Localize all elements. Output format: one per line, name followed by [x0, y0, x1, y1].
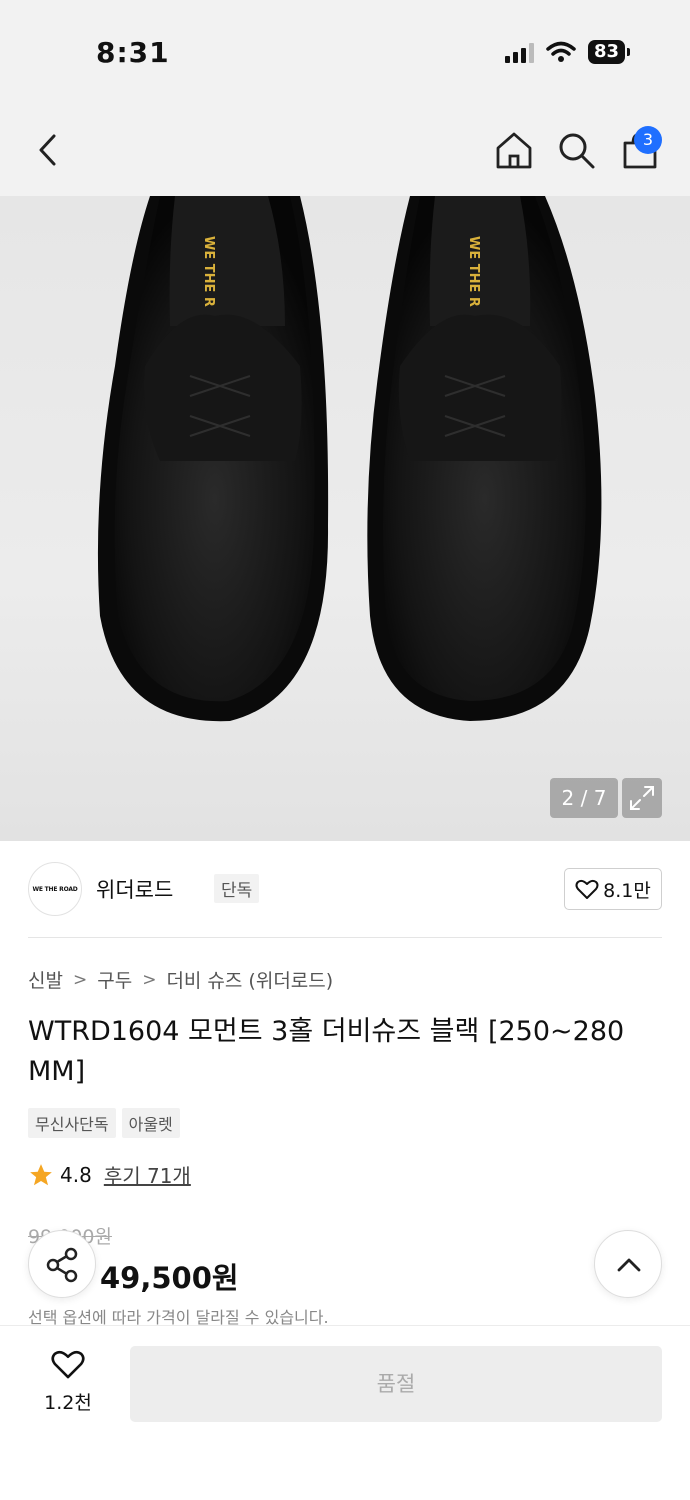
product-image[interactable]: WE THE R WE THE R: [0, 196, 690, 841]
svg-text:WE THE R: WE THE R: [201, 236, 216, 307]
chevron-right-icon: >: [72, 969, 88, 990]
image-counter: 2 / 7: [550, 778, 618, 818]
shoe-photo: WE THE R WE THE R: [97, 196, 602, 722]
home-icon[interactable]: [494, 130, 534, 170]
scroll-top-button[interactable]: [594, 1230, 662, 1298]
divider: [28, 937, 662, 938]
product-tag: 무신사단독: [28, 1108, 116, 1138]
cart-count-badge: 3: [634, 126, 662, 154]
expand-icon: [630, 786, 654, 810]
breadcrumb-item[interactable]: 신발: [28, 966, 63, 993]
rating-value: 4.8: [60, 1162, 92, 1187]
share-icon: [46, 1247, 78, 1283]
heart-icon: [575, 879, 599, 899]
wifi-icon: [546, 41, 576, 62]
bottom-action-bar: 1.2천 품절: [0, 1325, 690, 1500]
search-icon[interactable]: [556, 130, 596, 170]
battery-icon: 83: [587, 40, 630, 64]
exclusive-tag: 단독: [214, 874, 260, 903]
brand-like-button[interactable]: 8.1만: [564, 868, 662, 910]
star-icon: [30, 1163, 52, 1185]
product-title: WTRD1604 모먼트 3홀 더비슈즈 블랙 [250~280 MM]: [28, 1016, 625, 1087]
chevron-right-icon: >: [142, 969, 157, 990]
wishlist-count: 1.2천: [44, 1392, 92, 1414]
sold-out-button[interactable]: 품절: [130, 1346, 662, 1422]
chevron-up-icon: [617, 1258, 641, 1272]
expand-image-button[interactable]: [622, 778, 662, 818]
sale-price: 49,500원: [100, 1261, 239, 1295]
nav-bar: [0, 100, 690, 196]
brand-like-count: 8.1만: [603, 879, 651, 902]
heart-icon: [51, 1350, 85, 1379]
share-button[interactable]: [28, 1230, 96, 1298]
breadcrumb-item[interactable]: 구두: [97, 966, 132, 993]
rating-row: 4.8 후기 71개: [28, 1160, 191, 1189]
status-bar: 8:31 83: [0, 0, 690, 100]
wishlist-button[interactable]: 1.2천: [38, 1348, 98, 1415]
breadcrumb-item[interactable]: 더비 슈즈 (위더로드): [166, 966, 333, 993]
review-count-link[interactable]: 후기 71개: [104, 1160, 191, 1189]
breadcrumb: 신발 > 구두 > 더비 슈즈 (위더로드): [28, 966, 333, 993]
brand-name[interactable]: 위더로드: [96, 874, 173, 904]
brand-logo[interactable]: WE THE ROAD: [28, 862, 82, 916]
signal-icon: [504, 41, 534, 63]
brand-row: WE THE ROAD 위더로드 단독 8.1만: [28, 862, 662, 916]
status-time: 8:31: [96, 36, 170, 69]
status-icons: 83: [504, 40, 630, 64]
product-tag: 아울렛: [121, 1108, 180, 1138]
product-tags: 무신사단독 아울렛: [28, 1108, 180, 1138]
battery-level: 83: [587, 40, 625, 64]
svg-text:WE THE R: WE THE R: [466, 236, 481, 307]
back-arrow-icon[interactable]: [30, 130, 66, 170]
